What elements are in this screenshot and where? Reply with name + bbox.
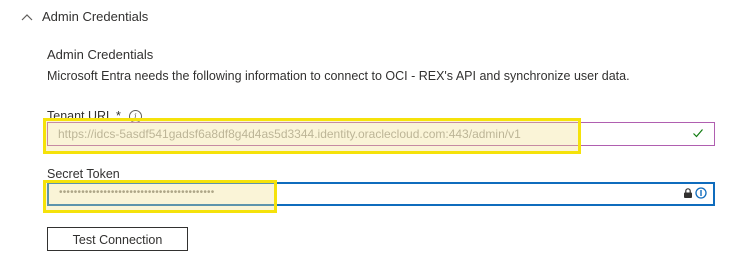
required-marker: * [116,109,121,123]
admin-credentials-section-toggle[interactable]: Admin Credentials [20,9,148,24]
section-title: Admin Credentials [42,9,149,24]
tenant-url-label: Tenant URL [47,109,114,123]
tenant-url-value: https://idcs-5asdf541gadsf6a8df8g4d4as5d… [58,127,521,141]
tenant-url-input[interactable]: https://idcs-5asdf541gadsf6a8df8g4d4as5d… [47,122,715,146]
info-icon[interactable]: i [128,109,142,123]
secret-token-input[interactable]: ••••••••••••••••••••••••••••••••••••••••… [47,182,715,206]
secret-token-masked-value: ••••••••••••••••••••••••••••••••••••••••… [59,187,215,198]
reveal-icon[interactable] [695,187,707,199]
tenant-url-label-row: Tenant URL * i [47,109,142,123]
secret-token-icons [682,187,707,199]
test-connection-button[interactable]: Test Connection [47,227,188,251]
lock-icon[interactable] [682,187,694,199]
admin-credentials-heading: Admin Credentials [47,47,154,62]
secret-token-label: Secret Token [47,167,120,181]
chevron-up-icon [21,13,33,20]
checkmark-icon [693,129,703,138]
secret-token-label-row: Secret Token [47,167,120,181]
admin-credentials-description: Microsoft Entra needs the following info… [47,69,630,83]
admin-credentials-panel: Admin Credentials Admin Credentials Micr… [0,0,732,256]
